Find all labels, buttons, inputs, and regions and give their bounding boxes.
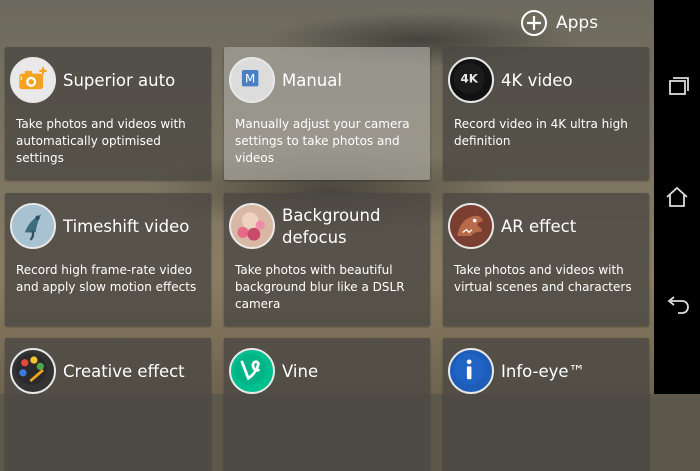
home-icon[interactable] [663, 183, 691, 211]
mode-title: AR effect [501, 217, 577, 236]
mode-description: Record video in 4K ultra high definition [454, 117, 628, 148]
info-eye-icon [448, 348, 494, 394]
svg-text:4K: 4K [460, 72, 478, 86]
4k-video-icon: 4K [448, 57, 494, 103]
background-defocus-icon [229, 203, 275, 249]
mode-tile-4k-video[interactable]: 4K 4K video Record video in 4K ultra hig… [443, 47, 649, 180]
ar-effect-icon [448, 203, 494, 249]
creative-effect-icon [10, 348, 56, 394]
mode-description: Manually adjust your camera settings to … [235, 117, 410, 165]
mode-tile-ar-effect[interactable]: AR effect Take photos and videos with vi… [443, 193, 649, 326]
manual-mode-icon: M [229, 57, 275, 103]
mode-title: Superior auto [63, 71, 176, 90]
mode-title: Background defocus [282, 206, 381, 247]
mode-title: Creative effect [63, 362, 185, 381]
mode-tile-superior-auto[interactable]: i Superior auto Take photos and videos w… [5, 47, 211, 180]
mode-tile-timeshift-video[interactable]: Timeshift video Record high frame-rate v… [5, 193, 211, 326]
add-circle-icon [521, 10, 547, 36]
svg-text:M: M [245, 72, 255, 86]
svg-text:i: i [20, 76, 22, 82]
recents-icon[interactable] [663, 73, 691, 101]
apps-label: Apps [556, 13, 599, 33]
back-icon[interactable] [663, 291, 691, 319]
mode-tile-vine[interactable]: Vine [224, 338, 430, 471]
mode-title: Timeshift video [63, 217, 190, 236]
superior-auto-icon: i [10, 57, 56, 103]
mode-tile-manual[interactable]: M Manual Manually adjust your camera set… [224, 47, 430, 180]
mode-tile-background-defocus[interactable]: Background defocus Take photos with beau… [224, 193, 430, 326]
mode-title: Manual [282, 71, 342, 90]
mode-title: 4K video [501, 71, 573, 90]
camera-mode-grid: i Superior auto Take photos and videos w… [5, 47, 650, 471]
vine-icon [229, 348, 275, 394]
mode-description: Take photos and videos with automaticall… [16, 117, 186, 165]
mode-description: Record high frame-rate video and apply s… [16, 263, 197, 294]
mode-description: Take photos and videos with virtual scen… [454, 263, 632, 294]
apps-button[interactable]: Apps [520, 8, 598, 38]
timeshift-video-icon [10, 203, 56, 249]
mode-title: Info-eye™ [501, 362, 586, 381]
navigation-bar [654, 0, 700, 394]
mode-title: Vine [282, 362, 319, 381]
mode-description: Take photos with beautiful background bl… [235, 263, 405, 311]
mode-tile-info-eye[interactable]: Info-eye™ [443, 338, 649, 471]
mode-tile-creative-effect[interactable]: Creative effect [5, 338, 211, 471]
